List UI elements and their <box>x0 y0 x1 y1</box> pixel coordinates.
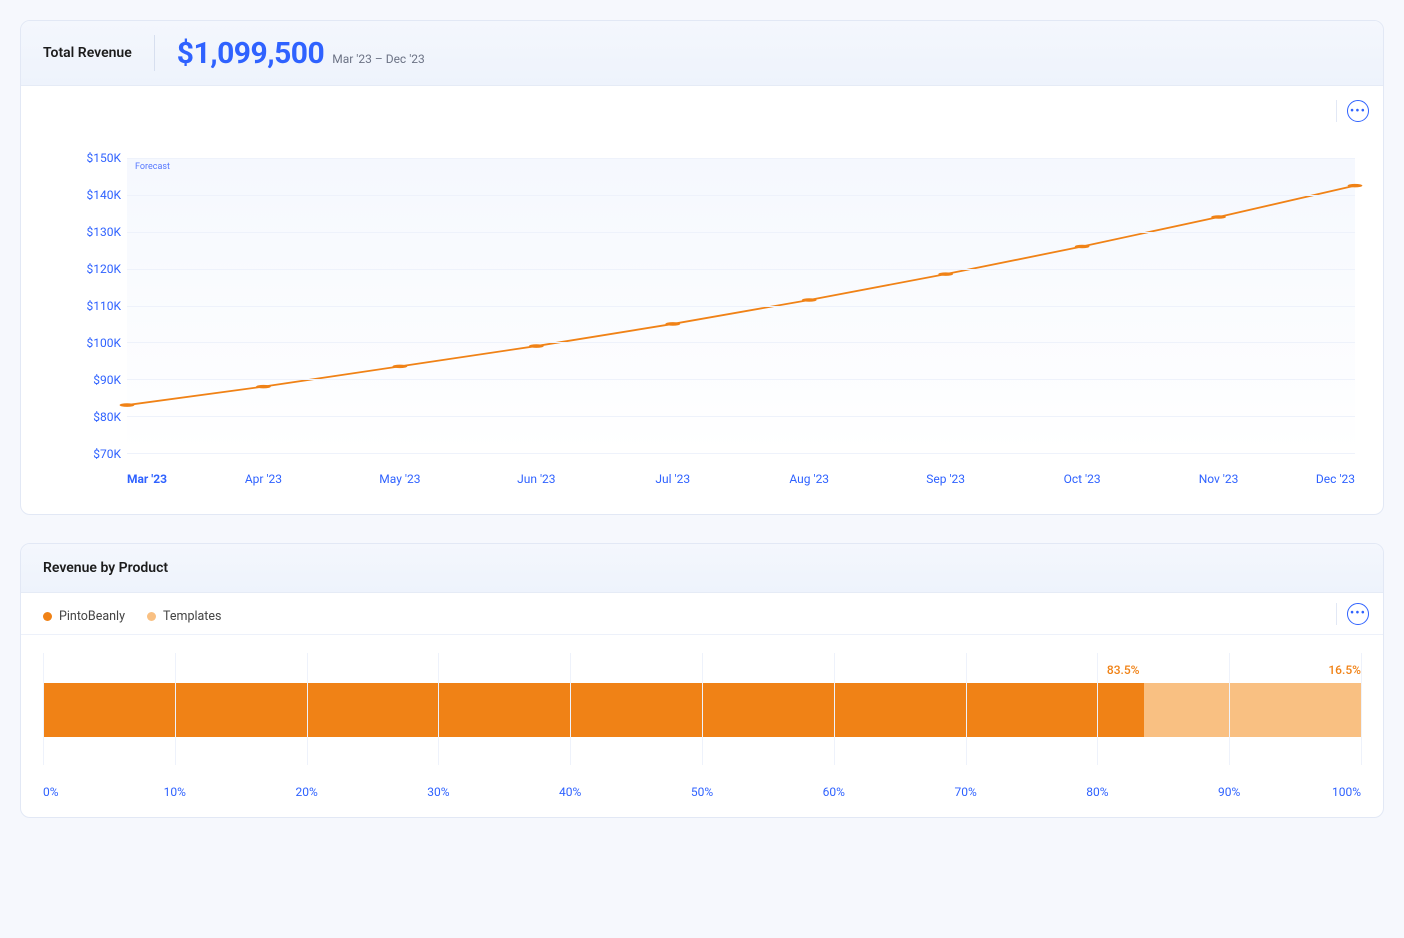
bar-segment-templates: 16.5% <box>1144 683 1361 737</box>
grid-line <box>127 195 1355 196</box>
y-tick: $150K <box>86 151 121 165</box>
grid-line <box>127 416 1355 417</box>
x-tick: Dec '23 <box>1316 472 1355 486</box>
total-revenue-amount: $1,099,500 <box>177 36 324 71</box>
y-tick: $110K <box>86 299 121 313</box>
total-revenue-title: Total Revenue <box>43 45 132 61</box>
v-grid-line <box>966 653 967 765</box>
v-grid-line <box>1097 653 1098 765</box>
legend-row: PintoBeanly Templates ••• <box>21 593 1383 634</box>
header-separator <box>154 35 155 71</box>
v-grid-line <box>43 653 44 765</box>
x-tick: Nov '23 <box>1199 472 1239 486</box>
x-tick: Mar '23 <box>127 472 167 486</box>
revenue-by-product-title: Revenue by Product <box>43 560 168 576</box>
chart-actions: ••• <box>1336 100 1369 122</box>
bar-x-tick: 100% <box>1332 785 1361 799</box>
more-options-button[interactable]: ••• <box>1347 100 1369 122</box>
grid-line <box>127 158 1355 159</box>
line-chart-x-axis: Mar '23 Apr '23 May '23 Jun '23 Jul '23 Aug '… <box>127 466 1355 488</box>
v-grid-line <box>307 653 308 765</box>
bar-x-tick: 10% <box>164 785 186 799</box>
bar-x-tick: 50% <box>691 785 713 799</box>
x-tick: Jul '23 <box>655 472 690 486</box>
grid-line <box>127 232 1355 233</box>
grid-line <box>127 269 1355 270</box>
v-grid-line <box>438 653 439 765</box>
v-grid-line <box>834 653 835 765</box>
bar-x-tick: 0% <box>43 785 59 799</box>
line-chart: $150K$140K$130K$120K$110K$100K$90K$80K$7… <box>69 158 1355 488</box>
legend-item: Templates <box>147 609 221 624</box>
y-tick: $140K <box>86 188 121 202</box>
y-tick: $80K <box>93 410 121 424</box>
x-tick: Aug '23 <box>789 472 829 486</box>
total-revenue-chart-body: ••• $150K $140K $130K $120K $110K $100K $90K $8… <box>21 86 1383 514</box>
legend-item: PintoBeanly <box>43 609 125 624</box>
bar-chart-x-axis: 0% 10% 20% 30% 40% 50% 60% 70% 80% 90% 100% <box>43 785 1361 803</box>
legend-items: PintoBeanly Templates <box>43 609 243 624</box>
bar-x-tick: 20% <box>295 785 317 799</box>
v-grid-line <box>702 653 703 765</box>
legend-label: PintoBeanly <box>59 609 125 624</box>
bar-x-tick: 70% <box>954 785 976 799</box>
grid-line <box>127 306 1355 307</box>
bar-x-tick: 30% <box>427 785 449 799</box>
legend-dot-icon <box>147 612 156 621</box>
legend-label: Templates <box>163 609 221 624</box>
segment-label: 83.5% <box>1107 663 1140 677</box>
total-revenue-range: Mar '23 – Dec '23 <box>332 52 425 66</box>
grid-line <box>127 342 1355 343</box>
revenue-by-product-card: Revenue by Product PintoBeanly Templates … <box>20 543 1384 818</box>
bar-x-tick: 60% <box>823 785 845 799</box>
v-grid-line <box>1229 653 1230 765</box>
v-grid-line <box>1361 653 1362 765</box>
bar-x-tick: 40% <box>559 785 581 799</box>
x-tick: Jun '23 <box>517 472 555 486</box>
v-grid-line <box>570 653 571 765</box>
actions-separator <box>1336 603 1337 625</box>
x-tick: Oct '23 <box>1064 472 1101 486</box>
ellipsis-icon: ••• <box>1350 607 1366 620</box>
x-tick: Apr '23 <box>245 472 282 486</box>
line-chart-y-axis: $150K$140K$130K$120K$110K$100K$90K$80K$7… <box>69 158 127 454</box>
bar-x-tick: 90% <box>1218 785 1240 799</box>
bar-segment-pintobeanly: 83.5% <box>43 683 1144 737</box>
revenue-by-product-header: Revenue by Product <box>21 544 1383 593</box>
grid-line <box>127 453 1355 454</box>
x-tick: Sep '23 <box>926 472 965 486</box>
actions-separator <box>1336 100 1337 122</box>
chart-actions: ••• <box>1336 603 1369 625</box>
y-tick: $120K <box>86 262 121 276</box>
line-chart-plot: Forecast <box>127 158 1355 454</box>
x-tick: May '23 <box>379 472 420 486</box>
segment-label: 16.5% <box>1328 663 1361 677</box>
legend-dot-icon <box>43 612 52 621</box>
total-revenue-card: Total Revenue $1,099,500 Mar '23 – Dec '… <box>20 20 1384 515</box>
y-tick: $100K <box>86 336 121 350</box>
total-revenue-header: Total Revenue $1,099,500 Mar '23 – Dec '… <box>21 21 1383 86</box>
more-options-button[interactable]: ••• <box>1347 603 1369 625</box>
ellipsis-icon: ••• <box>1350 105 1366 118</box>
bar-x-tick: 80% <box>1086 785 1108 799</box>
y-tick: $70K <box>93 447 121 461</box>
bar-chart: 83.5% 16.5% 0% 10% 20% 30% 40% 50% 60% 70% 80% 90… <box>21 635 1383 817</box>
v-grid-line <box>175 653 176 765</box>
bar-chart-grid: 83.5% 16.5% <box>43 653 1361 765</box>
y-tick: $130K <box>86 225 121 239</box>
y-tick: $90K <box>93 373 121 387</box>
grid-line <box>127 379 1355 380</box>
